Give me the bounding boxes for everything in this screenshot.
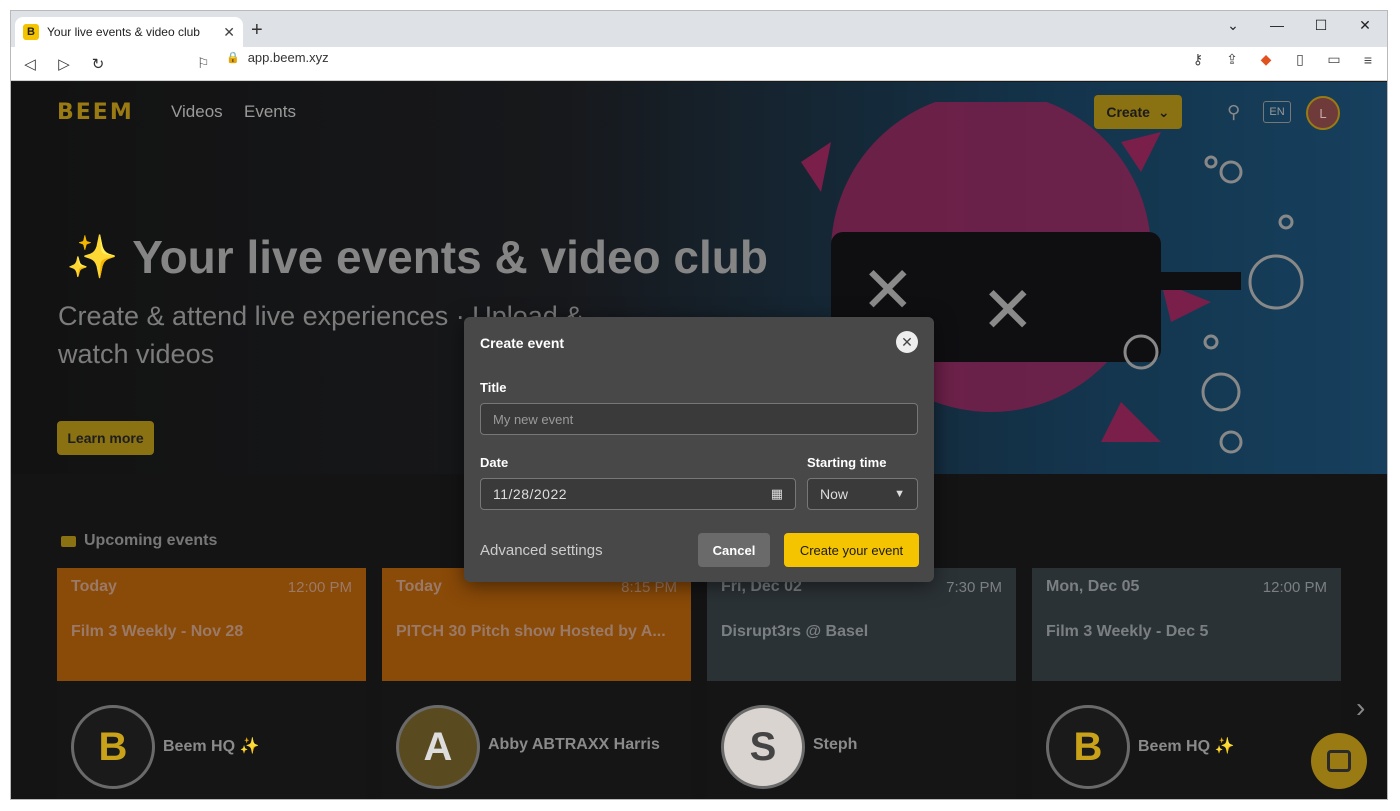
card-title: PITCH 30 Pitch show Hosted by A... (396, 623, 666, 640)
card-body: B Beem HQ ✨ (57, 681, 366, 799)
host-name: Beem HQ ✨ (163, 738, 260, 755)
time-value: Now (820, 486, 849, 502)
modal-title: Create event (480, 335, 565, 351)
cancel-button[interactable]: Cancel (698, 533, 770, 567)
card-time: 12:00 PM (1262, 579, 1327, 596)
create-event-modal: Create event ✕ Title Date 11/28/2022 ▦ S… (464, 317, 934, 582)
language-button[interactable]: EN (1263, 101, 1291, 123)
upcoming-heading: Upcoming events (61, 532, 217, 550)
close-icon[interactable]: ✕ (896, 331, 918, 353)
create-label: Create (1106, 104, 1150, 120)
key-icon[interactable]: ⚷ (1187, 51, 1209, 68)
chevron-down-icon: ⌄ (1157, 103, 1170, 120)
advanced-settings-link[interactable]: Advanced settings (480, 542, 603, 559)
card-date: Mon, Dec 05 (1046, 578, 1140, 595)
event-card[interactable]: Today 12:00 PM Film 3 Weekly - Nov 28 B … (57, 568, 366, 799)
site-content: ✕ ✕ BEEM Videos Events Create ⌄ ⚲ EN L ✨… (11, 82, 1387, 799)
sparkle-icon: ✨ (66, 232, 119, 280)
card-body: A Abby ABTRAXX Harris (382, 681, 691, 799)
card-header: Today 8:15 PM PITCH 30 Pitch show Hosted… (382, 568, 691, 681)
card-time: 12:00 PM (287, 579, 352, 596)
create-button[interactable]: Create ⌄ (1094, 95, 1182, 129)
hero-title: ✨ Your live events & video club (66, 230, 768, 284)
host-name: Abby ABTRAXX Harris (488, 736, 660, 753)
calendar-icon[interactable]: ▦ (771, 486, 783, 502)
card-header: Today 12:00 PM Film 3 Weekly - Nov 28 (57, 568, 366, 681)
search-icon[interactable]: ⚲ (1227, 102, 1240, 123)
browser-tab[interactable]: B Your live events & video club ✕ (15, 17, 243, 47)
card-title: Film 3 Weekly - Nov 28 (71, 623, 244, 640)
new-tab-icon[interactable]: + (251, 19, 263, 42)
starting-time-select[interactable]: Now ▼ (807, 478, 918, 510)
sidebar-icon[interactable]: ▯ (1289, 51, 1311, 68)
site-navbar: BEEM Videos Events Create ⌄ ⚲ EN L (11, 82, 1387, 142)
tab-strip: B Your live events & video club ✕ + ⌄ — … (11, 11, 1387, 47)
host-name: Steph (813, 736, 858, 753)
beem-logo[interactable]: BEEM (57, 100, 134, 125)
beem-favicon-icon: B (23, 24, 39, 40)
address-bar[interactable]: 🔒 app.beem.xyz (226, 50, 329, 65)
card-title: Disrupt3rs @ Basel (721, 623, 869, 640)
close-window-icon[interactable]: ✕ (1343, 11, 1387, 39)
host-avatar: B (71, 705, 155, 789)
minimize-icon[interactable]: — (1255, 11, 1299, 39)
card-header: Fri, Dec 02 7:30 PM Disrupt3rs @ Basel (707, 568, 1016, 681)
card-body: S Steph (707, 681, 1016, 799)
toolbar-actions: ⚷ ⇪ ◆ ▯ ▭ ≡ (1187, 51, 1379, 68)
event-card[interactable]: Fri, Dec 02 7:30 PM Disrupt3rs @ Basel S… (707, 568, 1016, 799)
card-body: B Beem HQ ✨ (1032, 681, 1341, 799)
starting-time-label: Starting time (807, 455, 887, 470)
chat-icon (1327, 750, 1351, 772)
card-date: Today (71, 578, 117, 595)
tab-search-icon[interactable]: ⌄ (1211, 11, 1255, 39)
host-avatar: S (721, 705, 805, 789)
browser-window: B Your live events & video club ✕ + ⌄ — … (10, 10, 1388, 800)
chat-button[interactable] (1311, 733, 1367, 789)
menu-icon[interactable]: ≡ (1357, 52, 1379, 68)
lock-icon: 🔒 (226, 52, 240, 64)
bookmark-icon[interactable]: ⚐ (197, 55, 210, 72)
browser-toolbar: ◁ ▷ ↻ ⚐ 🔒 app.beem.xyz ⚷ ⇪ ◆ ▯ ▭ ≡ (11, 47, 1387, 81)
window-controls: ⌄ — ☐ ✕ (1211, 11, 1387, 39)
host-avatar: A (396, 705, 480, 789)
share-icon[interactable]: ⇪ (1221, 51, 1243, 68)
upcoming-heading-text: Upcoming events (84, 532, 218, 549)
date-field[interactable]: 11/28/2022 ▦ (480, 478, 796, 510)
url-text: app.beem.xyz (247, 50, 329, 65)
tab-title: Your live events & video club (47, 25, 200, 39)
card-title: Film 3 Weekly - Dec 5 (1046, 623, 1209, 640)
close-tab-icon[interactable]: ✕ (223, 24, 235, 41)
event-card[interactable]: Mon, Dec 05 12:00 PM Film 3 Weekly - Dec… (1032, 568, 1341, 799)
forward-icon[interactable]: ▷ (49, 49, 79, 79)
card-header: Mon, Dec 05 12:00 PM Film 3 Weekly - Dec… (1032, 568, 1341, 681)
wallet-icon[interactable]: ▭ (1323, 51, 1345, 68)
create-your-event-button[interactable]: Create your event (784, 533, 919, 567)
title-input[interactable] (480, 403, 918, 435)
date-value: 11/28/2022 (493, 486, 568, 502)
title-label: Title (480, 380, 507, 395)
host-avatar: B (1046, 705, 1130, 789)
carousel-next-icon[interactable]: › (1356, 692, 1365, 724)
date-label: Date (480, 455, 509, 470)
reload-icon[interactable]: ↻ (83, 49, 113, 79)
event-card[interactable]: Today 8:15 PM PITCH 30 Pitch show Hosted… (382, 568, 691, 799)
maximize-icon[interactable]: ☐ (1299, 11, 1343, 39)
card-date: Today (396, 578, 442, 595)
nav-videos[interactable]: Videos (171, 102, 223, 122)
chevron-down-icon: ▼ (894, 488, 905, 500)
svg-text:✕: ✕ (981, 274, 1035, 348)
back-icon[interactable]: ◁ (15, 49, 45, 79)
brave-shields-icon[interactable]: ◆ (1255, 51, 1277, 68)
user-avatar[interactable]: L (1306, 96, 1340, 130)
learn-more-button[interactable]: Learn more (57, 421, 154, 455)
hero-title-text: Your live events & video club (132, 231, 768, 283)
ticket-icon (61, 535, 76, 547)
nav-events[interactable]: Events (244, 102, 296, 122)
host-name: Beem HQ ✨ (1138, 738, 1235, 755)
card-time: 7:30 PM (946, 579, 1002, 596)
